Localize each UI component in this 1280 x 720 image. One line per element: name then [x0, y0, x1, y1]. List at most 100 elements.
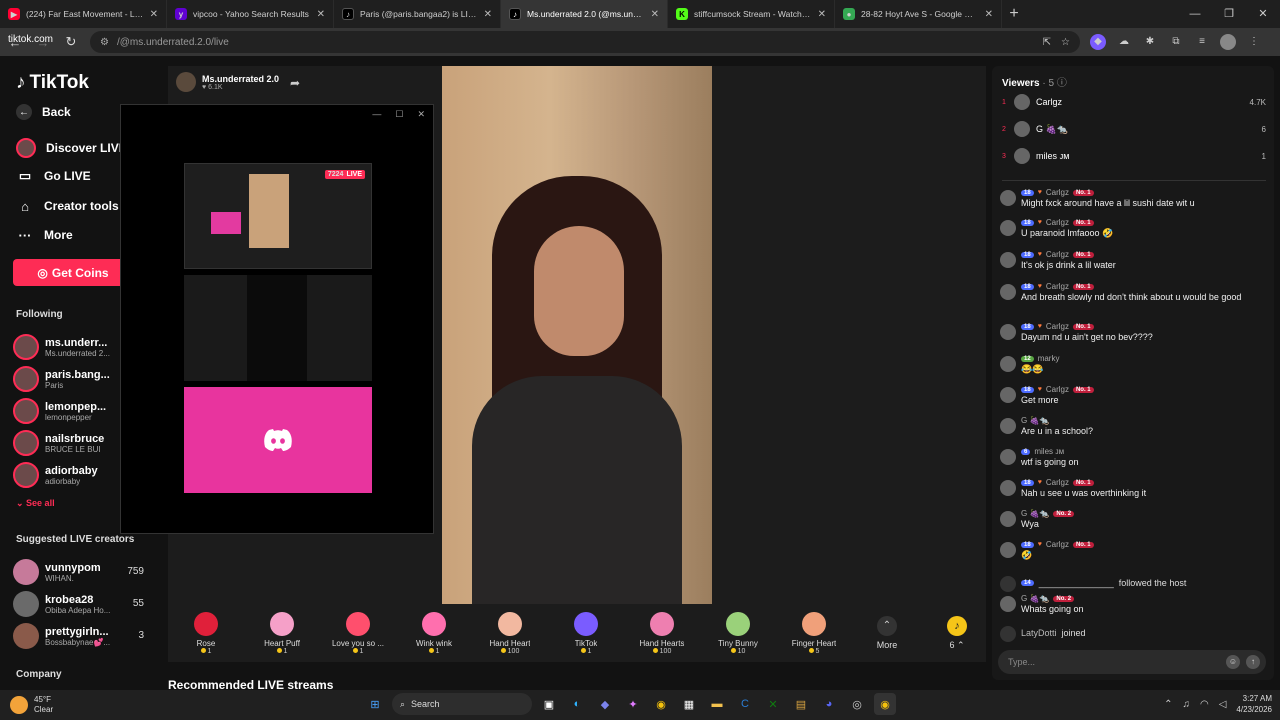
- chat-message[interactable]: 18 ♥ Carlgz No. 1 🤣: [1000, 540, 1270, 561]
- following-item[interactable]: lemonpep... lemonpepper: [13, 398, 106, 424]
- chat-username[interactable]: G 🍇🐀: [1021, 509, 1049, 518]
- url-field[interactable]: ⚙ tiktok.com /@ms.underrated.2.0/live ⇱ ☆: [8, 31, 1080, 53]
- suggested-item[interactable]: krobea28 Obiba Adepa Ho...: [13, 591, 110, 617]
- start-icon[interactable]: ⊞: [364, 693, 386, 715]
- edge-icon[interactable]: ◐: [566, 693, 588, 715]
- taskbar-search[interactable]: ⌕ Search: [392, 693, 532, 715]
- chat-message[interactable]: 18 ♥ Carlgz No. 1 Nah u see u was overthinki…: [1000, 478, 1270, 499]
- xbox-icon[interactable]: ✕: [762, 693, 784, 715]
- weather-widget[interactable]: 45°F Clear: [10, 695, 53, 715]
- chat-message[interactable]: 18 ♥ Carlgz No. 1 And breath slowly nd don't…: [1000, 282, 1270, 303]
- nav-discover-live[interactable]: Discover LIVE: [16, 138, 127, 158]
- chat-message[interactable]: 18 ♥ Carlgz No. 1 Dayum nd u ain't get no be…: [1000, 322, 1270, 343]
- get-coins-button[interactable]: ◎ Get Coins: [13, 259, 133, 286]
- maximize-icon[interactable]: ❐: [1212, 0, 1246, 28]
- close-icon[interactable]: ✕: [484, 9, 492, 20]
- chat-username[interactable]: Carlgz: [1046, 250, 1069, 259]
- nav-go-live[interactable]: ▭ Go LIVE: [16, 167, 91, 185]
- close-icon[interactable]: ✕: [150, 9, 158, 20]
- chat-message[interactable]: 18 ♥ Carlgz No. 1 Might fxck around have a l…: [1000, 188, 1270, 209]
- extensions-puzzle-icon[interactable]: ⧉: [1168, 34, 1184, 50]
- company-link[interactable]: Company: [16, 669, 62, 680]
- chat-username[interactable]: G 🍇🐀: [1021, 594, 1049, 603]
- suggested-item[interactable]: prettygirln... Bossbabynae💕...: [13, 623, 110, 649]
- nav-more[interactable]: ··· More: [16, 226, 73, 244]
- close-icon[interactable]: ✕: [417, 109, 425, 120]
- app-icon[interactable]: ◎: [846, 693, 868, 715]
- wifi-icon[interactable]: ◠: [1200, 699, 1209, 710]
- gift-item[interactable]: Finger Heart 5: [776, 611, 852, 655]
- host-info[interactable]: Ms.underrated 2.0 ♥ 6.1K: [176, 72, 279, 92]
- chrome-icon[interactable]: ◉: [650, 693, 672, 715]
- top-viewer-row[interactable]: 3 miles ᴊᴍ 1: [1002, 148, 1266, 164]
- site-info-icon[interactable]: ⚙: [100, 37, 109, 48]
- close-icon[interactable]: ✕: [317, 9, 325, 20]
- minimize-icon[interactable]: —: [372, 109, 381, 119]
- extension-icon[interactable]: ☁: [1116, 34, 1132, 50]
- chat-message[interactable]: G 🍇🐀 No. 2 Wya: [1000, 509, 1270, 530]
- nav-creator-tools[interactable]: ⌂ Creator tools: [16, 197, 119, 215]
- copilot-icon[interactable]: ✦: [622, 693, 644, 715]
- profile-avatar[interactable]: [1220, 34, 1236, 50]
- close-icon[interactable]: ✕: [651, 9, 659, 20]
- chat-username[interactable]: Carlgz: [1046, 282, 1069, 291]
- close-window-icon[interactable]: ✕: [1246, 0, 1280, 28]
- maximize-icon[interactable]: ☐: [395, 109, 403, 120]
- gift-item[interactable]: TikTok 1: [548, 611, 624, 655]
- store-icon[interactable]: ▦: [678, 693, 700, 715]
- emoji-icon[interactable]: ☺: [1226, 655, 1240, 669]
- share-icon[interactable]: ➦: [290, 76, 300, 90]
- open-in-app-icon[interactable]: ⇱: [1043, 37, 1051, 48]
- gift-item[interactable]: Hand Hearts 100: [624, 611, 700, 655]
- clock[interactable]: 3:27 AM 4/23/2026: [1236, 693, 1272, 715]
- following-item[interactable]: paris.bang... Paris: [13, 366, 110, 392]
- viewers-header[interactable]: Viewers · 5 ⓘ: [1002, 74, 1067, 89]
- chat-message[interactable]: 18 ♥ Carlgz No. 1 It's ok js drink a lil wat…: [1000, 250, 1270, 271]
- chat-message[interactable]: 12 marky 😂😂: [1000, 354, 1270, 375]
- gift-item[interactable]: Rose 1: [168, 611, 244, 655]
- chat-message[interactable]: G 🍇🐀 Are u in a school?: [1000, 416, 1270, 437]
- microphone-icon[interactable]: ♫: [1182, 699, 1190, 710]
- join-username[interactable]: LatyDotti: [1021, 628, 1057, 638]
- gift-item[interactable]: Hand Heart 100: [472, 611, 548, 655]
- app-icon[interactable]: ▤: [790, 693, 812, 715]
- menu-kebab-icon[interactable]: ⋮: [1246, 34, 1262, 50]
- more-gifts-button[interactable]: ⌃ More: [852, 616, 922, 650]
- top-viewer-row[interactable]: 1 Carlgz 4.7K: [1002, 94, 1266, 110]
- chat-message[interactable]: 6 miles ᴊᴍ wtf is going on: [1000, 447, 1270, 468]
- minimize-icon[interactable]: —: [1178, 0, 1212, 28]
- browser-tab[interactable]: ♪ Paris (@paris.bangaa2) is LIVE ✕: [334, 0, 501, 28]
- chat-message[interactable]: 18 ♥ Carlgz No. 1 U paranoid lmfaooo 🤣: [1000, 218, 1270, 239]
- browser-tab[interactable]: y vipcoo - Yahoo Search Results ✕: [167, 0, 334, 28]
- browser-tab[interactable]: ● 28-82 Hoyt Ave S - Google Maps ✕: [835, 0, 1002, 28]
- tiktok-logo[interactable]: ♪ TikTok: [16, 72, 89, 94]
- reading-list-icon[interactable]: ≡: [1194, 34, 1210, 50]
- chat-username[interactable]: Carlgz: [1046, 322, 1069, 331]
- following-item[interactable]: ms.underr... Ms.underrated 2...: [13, 334, 110, 360]
- chevron-up-icon[interactable]: ⌃: [1164, 699, 1172, 710]
- top-viewer-row[interactable]: 2 G 🍇🐀 6: [1002, 121, 1266, 137]
- chat-username[interactable]: marky: [1038, 354, 1060, 363]
- gift-item[interactable]: Tiny Bunny 10: [700, 611, 776, 655]
- browser-tab-active[interactable]: ♪ Ms.underrated 2.0 (@ms.underrated ✕: [501, 0, 668, 28]
- see-all-link[interactable]: ⌄ See all: [16, 498, 55, 509]
- coins-balance-button[interactable]: ♪ 6 ⌃: [932, 615, 982, 651]
- close-icon[interactable]: ✕: [985, 9, 993, 20]
- chrome-icon[interactable]: ◉: [874, 693, 896, 715]
- gift-item[interactable]: Heart Puff 1: [244, 611, 320, 655]
- gift-item[interactable]: Love you so ... 1: [320, 611, 396, 655]
- extension-icon[interactable]: ◆: [1090, 34, 1106, 50]
- close-icon[interactable]: ✕: [818, 9, 826, 20]
- volume-icon[interactable]: ◁: [1219, 699, 1227, 710]
- chat-message[interactable]: G 🍇🐀 No. 2 Whats going on: [1000, 594, 1270, 615]
- bookmark-star-icon[interactable]: ☆: [1061, 37, 1070, 48]
- live-video[interactable]: [442, 66, 712, 616]
- chat-username[interactable]: miles ᴊᴍ: [1034, 447, 1064, 456]
- browser-tab[interactable]: Kstiffcumsock Stream - Watch Live ✕: [668, 0, 835, 28]
- gift-item[interactable]: Wink wink 1: [396, 611, 472, 655]
- new-tab-button[interactable]: +: [1002, 0, 1026, 28]
- back-button[interactable]: ← Back: [16, 104, 71, 120]
- task-view-icon[interactable]: ▣: [538, 693, 560, 715]
- pip-window[interactable]: — ☐ ✕ 7224 LIVE: [120, 104, 434, 534]
- chat-username[interactable]: G 🍇🐀: [1021, 416, 1049, 425]
